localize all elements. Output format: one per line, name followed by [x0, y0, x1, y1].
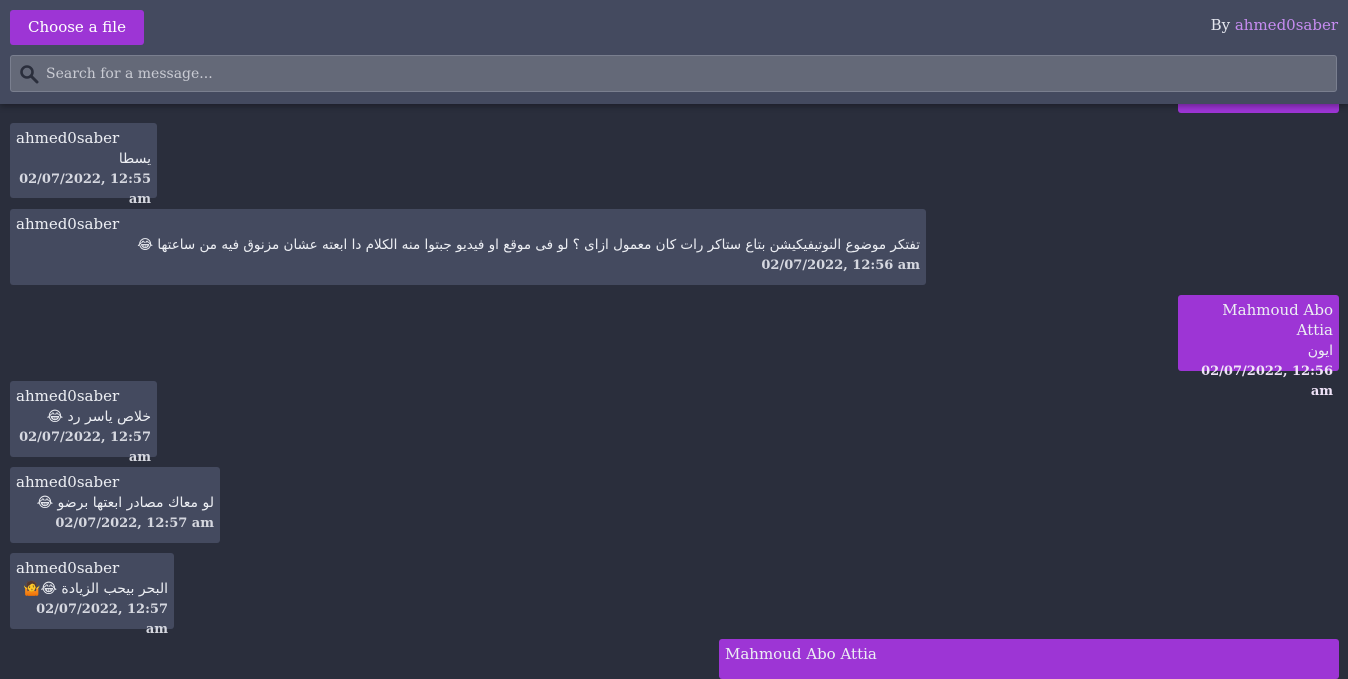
author-credit: By ahmed0saber	[1211, 16, 1338, 34]
message-bubble: ahmed0saber يسطا 02/07/2022, 12:55 am	[10, 123, 157, 207]
message-bubble: ahmed0saber البحر بيحب الزيادة 😂🤷 02/07/…	[10, 553, 174, 637]
message-sender: ahmed0saber	[16, 215, 120, 233]
message-timestamp: 02/07/2022, 12:55 am	[19, 172, 151, 207]
message-timestamp: 02/07/2022, 12:56 am	[1201, 364, 1333, 399]
message-bubble: ahmed0saber تفتكر موضوع النوتيفيكيشن بتا…	[10, 209, 926, 285]
choose-file-button[interactable]: Choose a file	[10, 10, 144, 45]
message-timestamp: 02/07/2022, 12:57 am	[55, 516, 214, 531]
message-text: لو معاك مصادر ابعتها برضو 😂	[36, 495, 214, 511]
message-sender: Mahmoud Abo Attia	[725, 645, 877, 663]
message-sender: ahmed0saber	[16, 387, 120, 405]
message-bubble: Mahmoud Abo Attia ايون 02/07/2022, 12:56…	[1178, 295, 1339, 399]
message-bubble: Mahmoud Abo Attia	[719, 639, 1339, 679]
message-text: يسطا	[118, 151, 151, 167]
message-text: خلاص ياسر رد 😂	[46, 409, 151, 425]
message-sender: Mahmoud Abo Attia	[1222, 301, 1333, 339]
app-header: Choose a file By ahmed0saber	[0, 0, 1348, 104]
message-sender: ahmed0saber	[16, 129, 120, 147]
message-text: ايون	[1307, 343, 1333, 359]
author-link[interactable]: ahmed0saber	[1235, 16, 1338, 34]
message-timestamp: 02/07/2022, 12:56 am	[761, 258, 920, 273]
message-timestamp: 02/07/2022, 12:57 am	[19, 430, 151, 465]
message-text: تفتكر موضوع النوتيفيكيشن بتاع ستاكر رات …	[137, 237, 920, 253]
message-sender: ahmed0saber	[16, 473, 120, 491]
message-text: البحر بيحب الزيادة 😂🤷	[23, 581, 168, 597]
message-bubble: ahmed0saber خلاص ياسر رد 😂 02/07/2022, 1…	[10, 381, 157, 465]
search-input[interactable]	[46, 56, 1326, 91]
search-icon	[20, 65, 39, 84]
by-label: By	[1210, 16, 1231, 34]
message-sender: ahmed0saber	[16, 559, 120, 577]
message-timestamp: 02/07/2022, 12:57 am	[36, 602, 168, 637]
search-bar	[10, 55, 1337, 92]
message-bubble: ahmed0saber لو معاك مصادر ابعتها برضو 😂 …	[10, 467, 220, 543]
